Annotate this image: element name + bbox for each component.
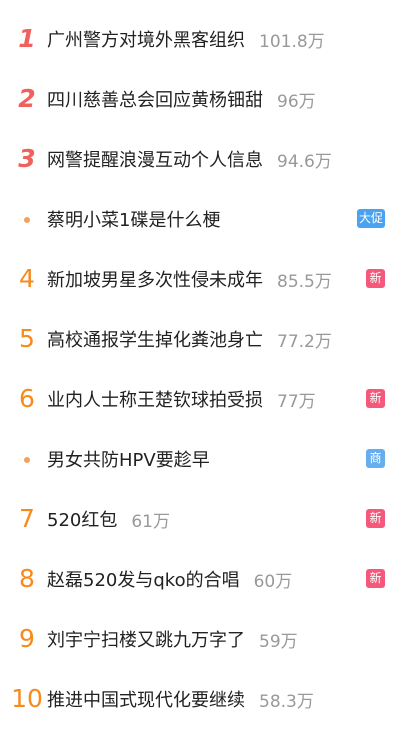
row-text: 四川慈善总会回应黄杨钿甜 96万 <box>47 69 357 129</box>
new-badge: 新 <box>366 509 385 528</box>
hot-search-row[interactable]: 1 广州警方对境外黑客组织 101.8万 <box>0 9 405 69</box>
row-text: 推进中国式现代化要继续 58.3万 <box>47 669 357 729</box>
promoted-dot <box>10 189 44 249</box>
topic-title[interactable]: 蔡明小菜1碟是什么梗 <box>47 206 220 232</box>
rank-number: 9 <box>19 624 35 653</box>
row-text: 520红包 61万 <box>47 489 357 549</box>
topic-title[interactable]: 推进中国式现代化要继续 <box>47 686 245 712</box>
rank-number: 3 <box>18 144 36 173</box>
row-text: 新加坡男星多次性侵未成年 85.5万 <box>47 249 357 309</box>
hot-search-row[interactable]: 8 赵磊520发与qko的合唱 60万 新 <box>0 549 405 609</box>
row-text: 赵磊520发与qko的合唱 60万 <box>47 549 357 609</box>
new-badge: 新 <box>366 269 385 288</box>
hot-search-row[interactable]: 5 高校通报学生掉化粪池身亡 77.2万 <box>0 309 405 369</box>
hot-search-row[interactable]: 蔡明小菜1碟是什么梗 大促 <box>0 189 405 249</box>
heat-count: 85.5万 <box>277 271 332 292</box>
row-text: 蔡明小菜1碟是什么梗 <box>47 189 357 249</box>
hot-search-row[interactable]: 3 网警提醒浪漫互动个人信息 94.6万 <box>0 129 405 189</box>
row-text: 业内人士称王楚钦球拍受损 77万 <box>47 369 357 429</box>
topic-title[interactable]: 520红包 <box>47 506 117 532</box>
hot-search-row[interactable]: 7 520红包 61万 新 <box>0 489 405 549</box>
heat-count: 60万 <box>253 571 293 592</box>
hot-search-row[interactable]: 4 新加坡男星多次性侵未成年 85.5万 新 <box>0 249 405 309</box>
hot-search-row[interactable]: 10 推进中国式现代化要继续 58.3万 <box>0 669 405 729</box>
hot-search-row[interactable]: 6 业内人士称王楚钦球拍受损 77万 新 <box>0 369 405 429</box>
row-text: 男女共防HPV要趁早 <box>47 429 357 489</box>
rank-number: 6 <box>19 384 35 413</box>
rank-number: 5 <box>19 324 35 353</box>
topic-title[interactable]: 网警提醒浪漫互动个人信息 <box>47 146 263 172</box>
rank-number: 7 <box>19 504 35 533</box>
heat-count: 59万 <box>259 631 298 652</box>
rank-number: 1 <box>18 24 36 53</box>
topic-title[interactable]: 男女共防HPV要趁早 <box>47 446 210 472</box>
topic-title[interactable]: 刘宇宁扫楼又跳九万字了 <box>47 626 245 652</box>
topic-title[interactable]: 新加坡男星多次性侵未成年 <box>47 266 263 292</box>
heat-count: 77万 <box>277 391 316 412</box>
rank-number: 2 <box>18 84 36 113</box>
heat-count: 61万 <box>131 511 170 532</box>
topic-title[interactable]: 广州警方对境外黑客组织 <box>47 26 245 52</box>
hot-search-list: 1 广州警方对境外黑客组织 101.8万 2 四川慈善总会回应黄杨钿甜 96万 3 网警提醒浪… <box>0 0 405 741</box>
new-badge: 新 <box>366 569 385 588</box>
row-text: 广州警方对境外黑客组织 101.8万 <box>47 9 357 69</box>
new-badge: 新 <box>366 389 385 408</box>
rank-number: 10 <box>11 684 43 713</box>
hot-search-row[interactable]: 2 四川慈善总会回应黄杨钿甜 96万 <box>0 69 405 129</box>
heat-count: 77.2万 <box>277 331 332 352</box>
row-text: 高校通报学生掉化粪池身亡 77.2万 <box>47 309 357 369</box>
heat-count: 96万 <box>277 91 316 112</box>
row-text: 网警提醒浪漫互动个人信息 94.6万 <box>47 129 357 189</box>
topic-title[interactable]: 业内人士称王楚钦球拍受损 <box>47 386 263 412</box>
topic-title[interactable]: 高校通报学生掉化粪池身亡 <box>47 326 263 352</box>
heat-count: 101.8万 <box>259 31 325 52</box>
heat-count: 58.3万 <box>259 691 314 712</box>
hot-search-row[interactable]: 9 刘宇宁扫楼又跳九万字了 59万 <box>0 609 405 669</box>
promo-badge: 大促 <box>356 209 385 228</box>
rank-number: 4 <box>19 264 35 293</box>
rank-number: 8 <box>19 564 35 593</box>
row-text: 刘宇宁扫楼又跳九万字了 59万 <box>47 609 357 669</box>
heat-count: 94.6万 <box>277 151 332 172</box>
topic-title[interactable]: 赵磊520发与qko的合唱 <box>47 566 240 592</box>
ad-badge: 商 <box>366 449 385 468</box>
promoted-dot <box>10 429 44 489</box>
hot-search-row[interactable]: 男女共防HPV要趁早 商 <box>0 429 405 489</box>
topic-title[interactable]: 四川慈善总会回应黄杨钿甜 <box>47 86 263 112</box>
